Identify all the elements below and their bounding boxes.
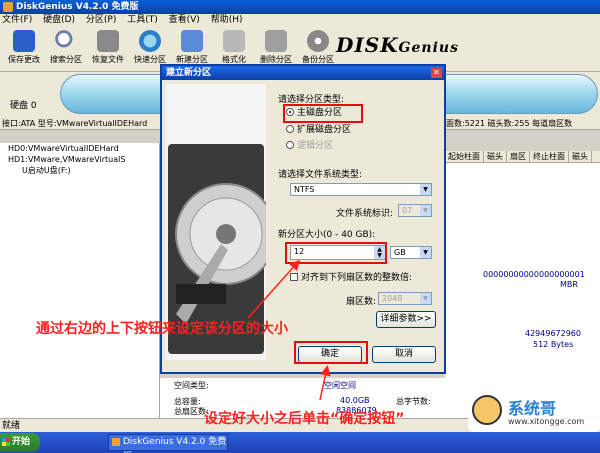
annotation-arrows <box>247 259 331 401</box>
watermark-brand: 系统哥 <box>508 399 557 418</box>
arrow-to-size-input <box>247 259 300 319</box>
watermark-url: www.xitongge.com <box>508 417 585 426</box>
mascot-face-icon <box>472 395 502 425</box>
callout-size-instruction: 通过右边的上下按钮来设定该分区的大小 <box>36 321 288 337</box>
arrow-to-ok-button <box>319 365 331 401</box>
site-watermark: 系统哥 www.xitongge.com <box>468 392 600 432</box>
callout-ok-instruction: 设定好大小之后单击“确定按钮” <box>204 411 405 427</box>
